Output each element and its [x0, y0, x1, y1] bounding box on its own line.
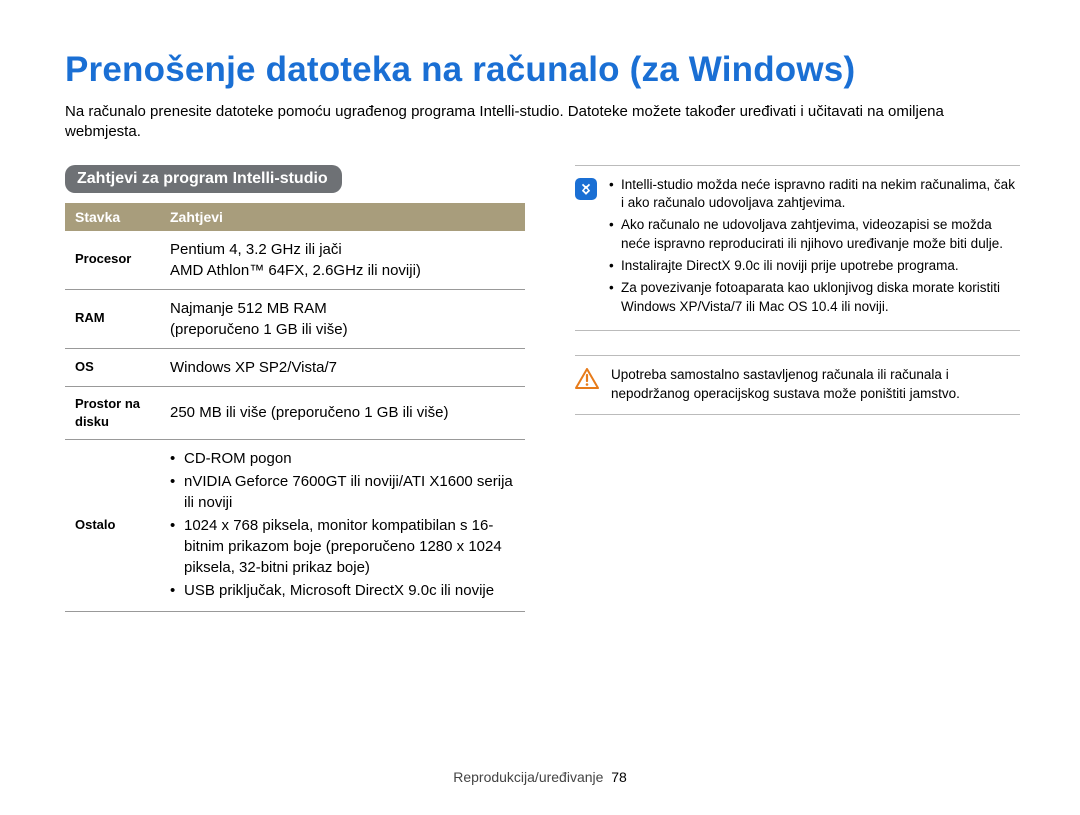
row-label: RAM — [65, 289, 160, 348]
section-heading: Zahtjevi za program Intelli-studio — [65, 165, 342, 193]
table-row: Procesor Pentium 4, 3.2 GHz ili jači AMD… — [65, 231, 525, 290]
row-value: Windows XP SP2/Vista/7 — [160, 348, 525, 386]
list-item: Ako računalo ne udovoljava zahtjevima, v… — [609, 216, 1020, 254]
list-item: nVIDIA Geforce 7600GT ili noviji/ATI X16… — [170, 471, 515, 513]
warning-text: Upotreba samostalno sastavljenog računal… — [611, 366, 1020, 404]
list-item: Instalirajte DirectX 9.0c ili noviji pri… — [609, 257, 1020, 276]
table-row: OS Windows XP SP2/Vista/7 — [65, 348, 525, 386]
footer-page-number: 78 — [611, 769, 627, 785]
page-footer: Reprodukcija/uređivanje 78 — [0, 769, 1080, 785]
list-item: USB priključak, Microsoft DirectX 9.0c i… — [170, 580, 515, 601]
row-label: Prostor na disku — [65, 386, 160, 439]
row-value: Najmanje 512 MB RAM (preporučeno 1 GB il… — [160, 289, 525, 348]
row-label: Procesor — [65, 231, 160, 290]
row-label: Ostalo — [65, 439, 160, 611]
content-columns: Zahtjevi za program Intelli-studio Stavk… — [65, 165, 1020, 612]
ostalo-list: CD-ROM pogon nVIDIA Geforce 7600GT ili n… — [170, 448, 515, 601]
page-title: Prenošenje datoteka na računalo (za Wind… — [65, 50, 1020, 90]
table-row: Prostor na disku 250 MB ili više (prepor… — [65, 386, 525, 439]
table-row: RAM Najmanje 512 MB RAM (preporučeno 1 G… — [65, 289, 525, 348]
info-note-box: Intelli-studio možda neće ispravno radit… — [575, 165, 1020, 331]
warning-note-box: Upotreba samostalno sastavljenog računal… — [575, 355, 1020, 415]
list-item: Intelli-studio možda neće ispravno radit… — [609, 176, 1020, 214]
page-intro: Na računalo prenesite datoteke pomoću ug… — [65, 102, 1020, 143]
list-item: CD-ROM pogon — [170, 448, 515, 469]
requirements-table: Stavka Zahtjevi Procesor Pentium 4, 3.2 … — [65, 203, 525, 612]
info-note-list: Intelli-studio možda neće ispravno radit… — [609, 176, 1020, 320]
right-column: Intelli-studio možda neće ispravno radit… — [575, 165, 1020, 439]
row-value: CD-ROM pogon nVIDIA Geforce 7600GT ili n… — [160, 439, 525, 611]
footer-section: Reprodukcija/uređivanje — [453, 769, 603, 785]
th-item: Stavka — [65, 203, 160, 231]
row-label: OS — [65, 348, 160, 386]
list-item: 1024 x 768 piksela, monitor kompatibilan… — [170, 515, 515, 578]
list-item: Za povezivanje fotoaparata kao uklonjivo… — [609, 279, 1020, 317]
th-req: Zahtjevi — [160, 203, 525, 231]
warning-icon — [575, 368, 599, 390]
info-icon — [575, 178, 597, 200]
row-value: Pentium 4, 3.2 GHz ili jači AMD Athlon™ … — [160, 231, 525, 290]
row-value: 250 MB ili više (preporučeno 1 GB ili vi… — [160, 386, 525, 439]
table-row: Ostalo CD-ROM pogon nVIDIA Geforce 7600G… — [65, 439, 525, 611]
left-column: Zahtjevi za program Intelli-studio Stavk… — [65, 165, 525, 612]
